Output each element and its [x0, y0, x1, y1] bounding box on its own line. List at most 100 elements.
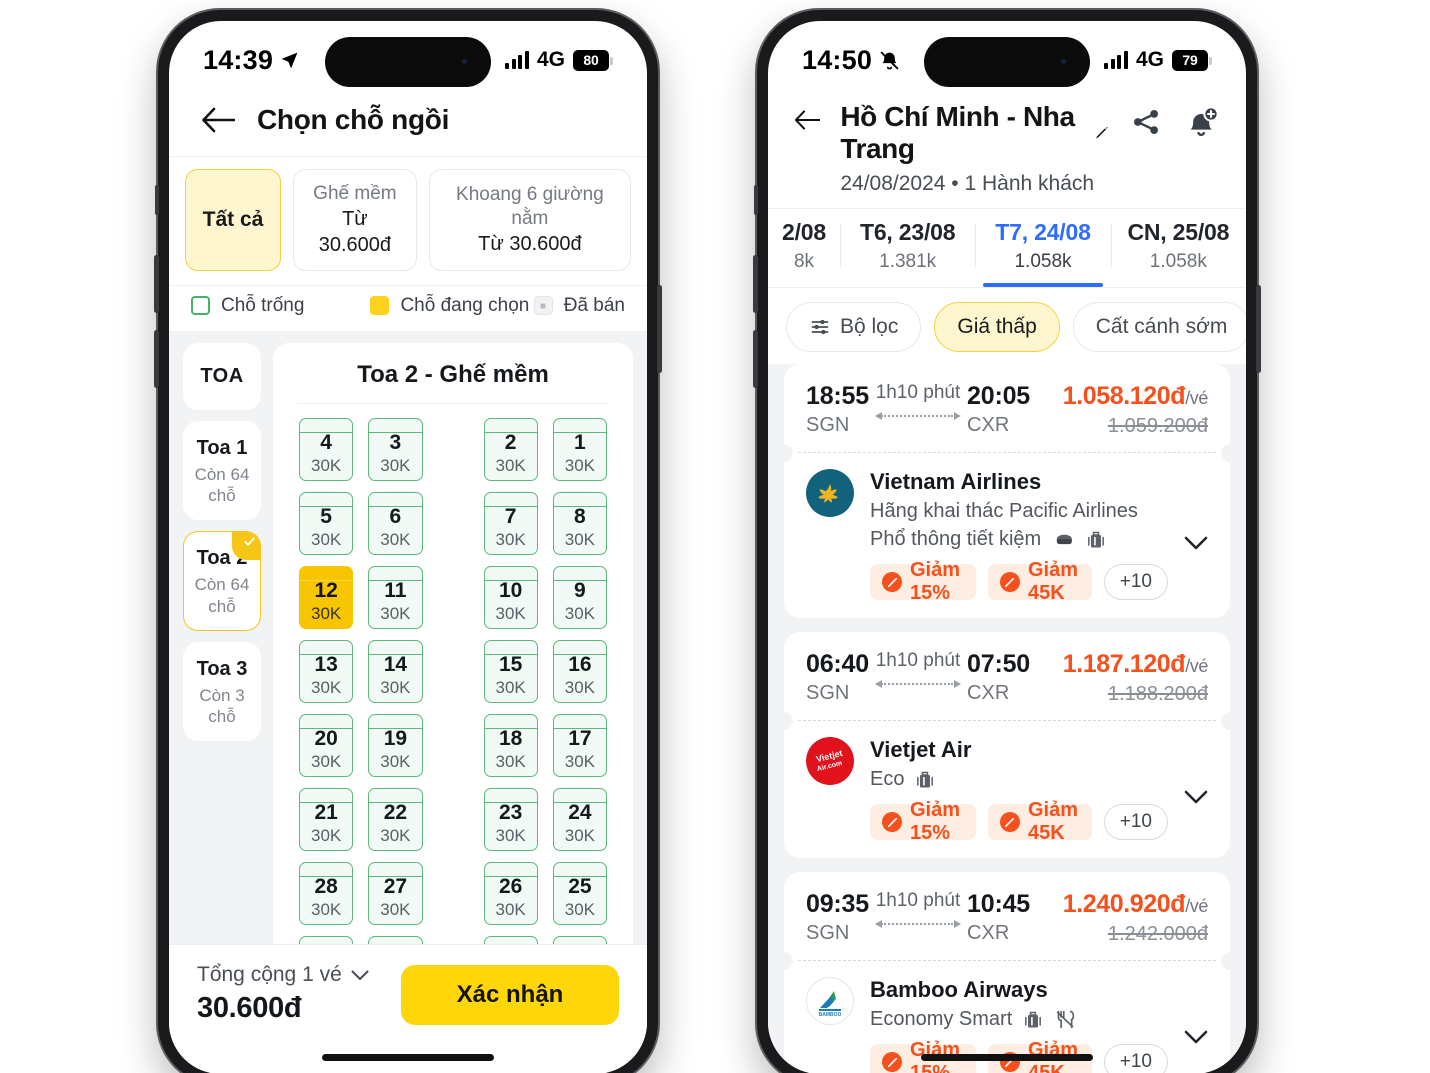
seat-26[interactable]: 26 30K	[483, 861, 538, 925]
more-promos-button[interactable]: +10	[1103, 564, 1168, 600]
seat-6[interactable]: 6 30K	[368, 491, 423, 555]
promo-badge-1[interactable]: Giảm 15%	[870, 559, 976, 604]
seat-number: 7	[504, 504, 517, 528]
date-tab-1[interactable]: T6, 23/08 1.381k	[840, 209, 975, 287]
date-tab-2[interactable]: T7, 24/08 1.058k	[975, 209, 1110, 287]
chip-lowest-price[interactable]: Giá thấp	[934, 302, 1060, 352]
seat-row: 13 30K 14 30K 15 30K 16 30K	[299, 639, 607, 703]
seat-5[interactable]: 5 30K	[299, 491, 354, 555]
back-arrow-icon[interactable]	[794, 107, 821, 133]
promo-badge-1[interactable]: Giảm 15%	[870, 799, 976, 844]
seat-number: 17	[568, 726, 592, 750]
chip-filters[interactable]: Bộ lọc	[786, 302, 922, 352]
seat-18[interactable]: 18 30K	[483, 713, 538, 777]
seat-9[interactable]: 9 30K	[552, 565, 607, 629]
silent-switch[interactable]	[155, 185, 159, 215]
silent-switch[interactable]	[754, 185, 758, 215]
filter-chip-row[interactable]: Bộ lọc Giá thấp Cất cánh sớm Cất cánh m	[768, 287, 1246, 364]
seat-22[interactable]: 22 30K	[368, 787, 423, 851]
flight-price: 1.240.920đ/vé	[1062, 890, 1209, 918]
seat-24[interactable]: 24 30K	[552, 787, 607, 851]
promo-badge-2[interactable]: Giảm 45K	[987, 559, 1092, 604]
seat-23[interactable]: 23 30K	[483, 787, 538, 851]
seat-number: 21	[314, 800, 338, 824]
tab-soft-seat[interactable]: Ghế mềm Từ 30.600đ	[293, 169, 417, 271]
arrive-block: 20:05 CXR	[967, 382, 1030, 437]
discount-icon	[999, 812, 1020, 832]
chevron-down-icon[interactable]	[351, 969, 369, 981]
carriage-title: Toa 2 - Ghế mềm	[357, 360, 549, 388]
expand-chevron-icon[interactable]	[1184, 977, 1208, 1073]
seat-price: 30K	[495, 603, 526, 623]
share-icon[interactable]	[1130, 107, 1162, 137]
volume-down-button[interactable]	[154, 330, 159, 388]
expand-chevron-icon[interactable]	[1184, 469, 1208, 600]
seat-21[interactable]: 21 30K	[299, 787, 354, 851]
seat-28[interactable]: 28 30K	[299, 861, 354, 925]
more-promos-button[interactable]: +10	[1103, 1044, 1168, 1073]
more-promos-button[interactable]: +10	[1103, 804, 1168, 840]
flight-old-price: 1.188.200đ	[1107, 683, 1208, 705]
seat-16[interactable]: 16 30K	[552, 639, 607, 703]
volume-down-button[interactable]	[753, 330, 758, 388]
seat-17[interactable]: 17 30K	[552, 713, 607, 777]
coach-item-3[interactable]: Toa 3 Còn 3 chỗ	[183, 641, 261, 742]
coach-item-1[interactable]: Toa 1 Còn 64 chỗ	[183, 420, 261, 521]
duration-block: 1h10 phút	[869, 382, 967, 422]
seat-3[interactable]: 3 30K	[368, 417, 423, 481]
power-button[interactable]	[1256, 285, 1261, 373]
left-navbar: Chọn chỗ ngồi	[169, 87, 647, 156]
chip-early-departure[interactable]: Cất cánh sớm	[1072, 302, 1246, 352]
expand-chevron-icon[interactable]	[1184, 737, 1208, 840]
power-button[interactable]	[657, 285, 662, 373]
seat-14[interactable]: 14 30K	[368, 639, 423, 703]
volume-up-button[interactable]	[753, 255, 758, 313]
date-tab-0-price: 8k	[793, 251, 815, 272]
seat-number: 8	[574, 504, 586, 528]
seat-15[interactable]: 15 30K	[483, 639, 538, 703]
vietnam-airlines-logo	[806, 469, 854, 517]
seat-27[interactable]: 27 30K	[368, 861, 423, 925]
date-tab-0[interactable]: 2/08 8k	[768, 209, 840, 287]
date-tab-2-day: T7, 24/08	[995, 219, 1091, 245]
seat-7[interactable]: 7 30K	[483, 491, 538, 555]
seat-13[interactable]: 13 30K	[299, 639, 354, 703]
seat-25[interactable]: 25 30K	[552, 861, 607, 925]
bell-plus-icon[interactable]	[1186, 106, 1220, 138]
pencil-icon[interactable]	[1093, 122, 1110, 144]
date-strip[interactable]: 2/08 8k T6, 23/08 1.381k T7, 24/08 1.058…	[768, 208, 1246, 287]
legend-sold-label: Đã bán	[563, 294, 625, 316]
flight-result-list[interactable]: 18:55 SGN 1h10 phút 20:05 CXR 1.058.120đ/vé 1.…	[768, 364, 1246, 1073]
flight-price: 1.058.120đ/vé	[1062, 382, 1209, 410]
flight-card[interactable]: 18:55 SGN 1h10 phút 20:05 CXR 1.058.120đ/vé 1.…	[784, 364, 1230, 618]
back-arrow-icon[interactable]	[201, 107, 235, 133]
seat-number: 24	[568, 800, 592, 824]
total-label-row[interactable]: Tổng cộng 1 vé	[197, 963, 369, 987]
seat-4[interactable]: 4 30K	[299, 417, 354, 481]
tab-six-berth[interactable]: Khoang 6 giường nằm Từ 30.600đ	[428, 169, 631, 271]
seat-price: 30K	[495, 529, 526, 549]
seat-2[interactable]: 2 30K	[483, 417, 538, 481]
seat-number: 28	[314, 874, 338, 898]
seat-number: 4	[320, 430, 332, 454]
seat-8[interactable]: 8 30K	[552, 491, 607, 555]
flight-card[interactable]: 09:35 SGN 1h10 phút 10:45 CXR 1.240.920đ/vé 1.…	[784, 872, 1230, 1073]
seat-19[interactable]: 19 30K	[368, 713, 423, 777]
seat-11[interactable]: 11 30K	[368, 565, 423, 629]
seat-12[interactable]: 12 30K	[299, 565, 354, 629]
date-tab-1-day: T6, 23/08	[859, 219, 956, 245]
discount-icon	[882, 812, 902, 832]
volume-up-button[interactable]	[154, 255, 159, 313]
tab-all[interactable]: Tất cả	[185, 169, 281, 271]
promo-badge-2[interactable]: Giảm 45K	[987, 799, 1092, 844]
seat-20[interactable]: 20 30K	[299, 713, 354, 777]
confirm-button[interactable]: Xác nhận	[401, 965, 619, 1025]
coach-item-2[interactable]: Toa 2 Còn 64 chỗ	[183, 531, 261, 631]
seat-price: 30K	[311, 751, 342, 771]
flight-card[interactable]: 06:40 SGN 1h10 phút 07:50 CXR 1.187.120đ/vé 1.…	[784, 632, 1230, 858]
seat-10[interactable]: 10 30K	[483, 565, 538, 629]
seat-1[interactable]: 1 30K	[552, 417, 607, 481]
seat-grid[interactable]: 4 30K 3 30K 2 30K 1 30K 5 30K 6 30K 7 30K 8 30K 12 30K 11 3…	[273, 404, 633, 999]
date-tab-3[interactable]: CN, 25/08 1.058k	[1110, 209, 1246, 287]
seat-row: 21 30K 22 30K 23 30K 24 30K	[299, 787, 607, 851]
